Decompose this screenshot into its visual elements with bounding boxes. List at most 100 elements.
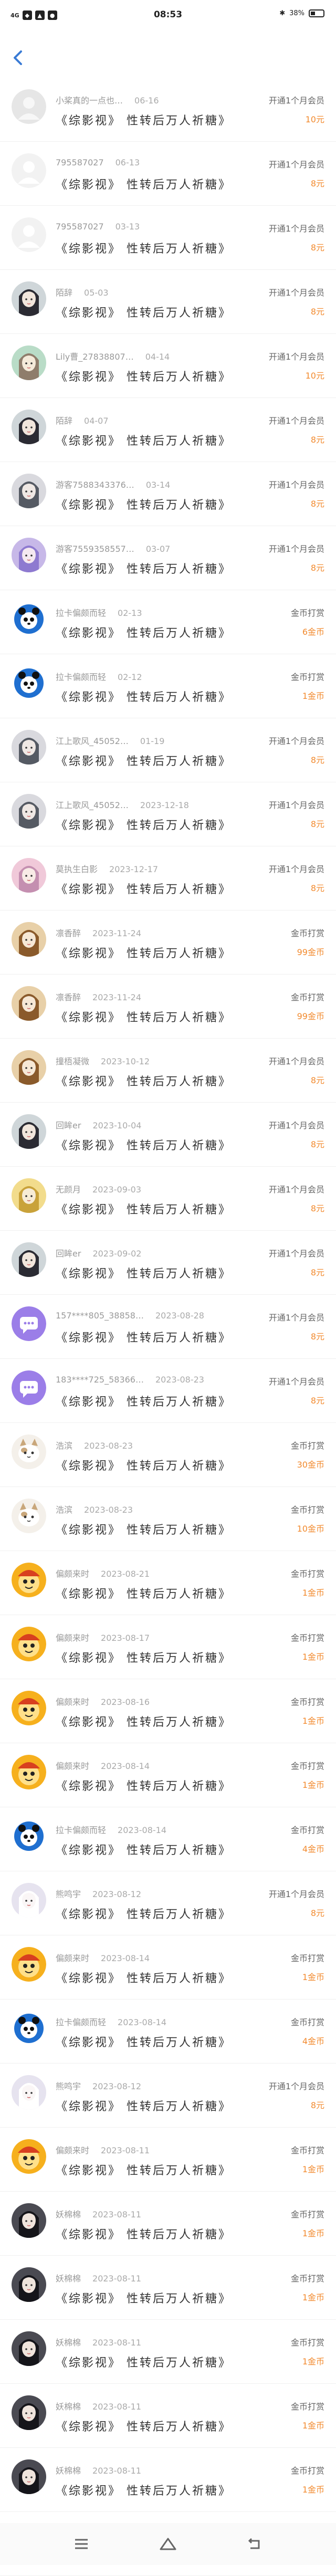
avatar[interactable] bbox=[12, 474, 46, 508]
avatar[interactable] bbox=[12, 2395, 46, 2430]
avatar[interactable] bbox=[12, 1883, 46, 1918]
record-type: 开通1个月会员 bbox=[268, 224, 324, 234]
username: 浩滨 bbox=[56, 1505, 73, 1515]
avatar[interactable] bbox=[12, 1306, 46, 1341]
list-item[interactable]: 妖棉棉 2023-08-11 《综影视》 性转后万人祈糖》 金币打赏 1金币 bbox=[0, 2320, 336, 2384]
list-item[interactable]: 偏颇来时 2023-08-14 《综影视》 性转后万人祈糖》 金币打赏 1金币 bbox=[0, 1743, 336, 1807]
avatar[interactable] bbox=[12, 922, 46, 957]
user-line: 陌辞 05-03 bbox=[56, 286, 109, 298]
avatar[interactable] bbox=[12, 1050, 46, 1085]
list-item[interactable]: 偏颇来时 2023-08-16 《综影视》 性转后万人祈糖》 金币打赏 1金币 bbox=[0, 1679, 336, 1743]
avatar[interactable] bbox=[12, 410, 46, 444]
record-amount: 4金币 bbox=[302, 2036, 324, 2046]
list-item[interactable]: 拉卡偏颇而轻 02-13 《综影视》 性转后万人祈糖》 金币打赏 6金币 bbox=[0, 590, 336, 654]
avatar[interactable] bbox=[12, 1755, 46, 1789]
list-item[interactable]: Lily曹_27838807… 04-14 《综影视》 性转后万人祈糖》 开通1个月会… bbox=[0, 334, 336, 398]
avatar[interactable] bbox=[12, 2139, 46, 2174]
list-item[interactable]: 浩滨 2023-08-23 《综影视》 性转后万人祈糖》 金币打赏 30金币 bbox=[0, 1423, 336, 1487]
list-item[interactable]: 撞梧凝微 2023-10-12 《综影视》 性转后万人祈糖》 开通1个月会员 8元 bbox=[0, 1039, 336, 1103]
avatar[interactable] bbox=[12, 1563, 46, 1597]
back-icon[interactable] bbox=[10, 47, 26, 68]
avatar[interactable] bbox=[12, 794, 46, 829]
book-title: 《综影视》 性转后万人祈糖》 bbox=[56, 499, 232, 512]
avatar[interactable] bbox=[12, 153, 46, 188]
list-item[interactable]: 拉卡偏颇而轻 2023-08-14 《综影视》 性转后万人祈糖》 金币打赏 4金币 bbox=[0, 1807, 336, 1871]
avatar[interactable] bbox=[12, 1178, 46, 1213]
avatar[interactable] bbox=[12, 986, 46, 1021]
username: 江上歌风_45052… bbox=[56, 736, 129, 746]
avatar[interactable] bbox=[12, 89, 46, 124]
list-item[interactable]: 凛香醉 2023-11-24 《综影视》 性转后万人祈糖》 金币打赏 99金币 bbox=[0, 910, 336, 975]
avatar[interactable] bbox=[12, 1114, 46, 1149]
avatar[interactable] bbox=[12, 2331, 46, 2366]
list-item[interactable]: 偏颇来时 2023-08-21 《综影视》 性转后万人祈糖》 金币打赏 1金币 bbox=[0, 1551, 336, 1615]
avatar[interactable] bbox=[12, 1691, 46, 1725]
avatar[interactable] bbox=[12, 281, 46, 316]
avatar[interactable] bbox=[12, 1819, 46, 1854]
list-item[interactable]: 回眸er 2023-09-02 《综影视》 性转后万人祈糖》 开通1个月会员 8元 bbox=[0, 1231, 336, 1295]
avatar[interactable] bbox=[12, 538, 46, 572]
avatar[interactable] bbox=[12, 730, 46, 765]
user-line: 撞梧凝微 2023-10-12 bbox=[56, 1054, 150, 1067]
list-item[interactable]: 熊鸣宇 2023-08-12 《综影视》 性转后万人祈糖》 开通1个月会员 8元 bbox=[0, 2064, 336, 2128]
avatar[interactable] bbox=[12, 1434, 46, 1469]
list-item[interactable]: 妖棉棉 2023-08-11 《综影视》 性转后万人祈糖》 金币打赏 1金币 bbox=[0, 2192, 336, 2256]
list-item[interactable]: 妖棉棉 2023-08-11 《综影视》 性转后万人祈糖》 金币打赏 1金币 bbox=[0, 2384, 336, 2448]
list-item[interactable]: 游客7588343376… 03-14 《综影视》 性转后万人祈糖》 开通1个月会员 8… bbox=[0, 462, 336, 526]
avatar[interactable] bbox=[12, 602, 46, 636]
list-item[interactable]: 回眸er 2023-10-04 《综影视》 性转后万人祈糖》 开通1个月会员 8元 bbox=[0, 1103, 336, 1167]
avatar[interactable] bbox=[12, 858, 46, 893]
avatar[interactable] bbox=[12, 1242, 46, 1277]
list-item[interactable]: 拉卡偏颇而轻 2023-08-14 《综影视》 性转后万人祈糖》 金币打赏 4金币 bbox=[0, 1999, 336, 2064]
avatar[interactable] bbox=[12, 666, 46, 700]
avatar[interactable] bbox=[12, 1947, 46, 1982]
username: 拉卡偏颇而轻 bbox=[56, 608, 107, 618]
home-icon[interactable] bbox=[158, 2533, 178, 2554]
list-item[interactable]: 陌辞 04-07 《综影视》 性转后万人祈糖》 开通1个月会员 8元 bbox=[0, 398, 336, 462]
list-item[interactable]: 妖棉棉 2023-08-11 《综影视》 性转后万人祈糖》 金币打赏 1金币 bbox=[0, 2256, 336, 2320]
user-line: 偏颇来时 2023-08-14 bbox=[56, 1951, 150, 1964]
list-item[interactable]: 偏颇来时 2023-08-11 《综影视》 性转后万人祈糖》 金币打赏 1金币 bbox=[0, 2128, 336, 2192]
record-amount: 8元 bbox=[310, 243, 324, 253]
system-back-icon[interactable] bbox=[244, 2533, 265, 2554]
list-item[interactable]: 偏颇来时 2023-08-14 《综影视》 性转后万人祈糖》 金币打赏 1金币 bbox=[0, 1935, 336, 1999]
list-item[interactable]: 183****725_58366… 2023-08-23 《综影视》 性转后万人祈糖… bbox=[0, 1359, 336, 1423]
book-title: 《综影视》 性转后万人祈糖》 bbox=[56, 627, 232, 640]
record-date: 06-13 bbox=[115, 158, 140, 167]
avatar[interactable] bbox=[12, 2203, 46, 2238]
avatar[interactable] bbox=[12, 2011, 46, 2046]
avatar[interactable] bbox=[12, 1499, 46, 1533]
avatar[interactable] bbox=[12, 1370, 46, 1405]
list-item[interactable]: 无颜月 2023-09-03 《综影视》 性转后万人祈糖》 开通1个月会员 8元 bbox=[0, 1167, 336, 1231]
avatar[interactable] bbox=[12, 2075, 46, 2110]
record-amount: 8元 bbox=[310, 563, 324, 573]
book-title: 《综影视》 性转后万人祈糖》 bbox=[56, 243, 232, 256]
list-item[interactable]: 江上歌风_45052… 2023-12-18 《综影视》 性转后万人祈糖》 开通1个月… bbox=[0, 782, 336, 846]
list-item[interactable]: 浩滨 2023-08-23 《综影视》 性转后万人祈糖》 金币打赏 10金币 bbox=[0, 1487, 336, 1551]
list-item[interactable]: 157****805_38858… 2023-08-28 《综影视》 性转后万人祈糖… bbox=[0, 1295, 336, 1359]
avatar[interactable] bbox=[12, 217, 46, 252]
list-item[interactable]: 江上歌风_45052… 01-19 《综影视》 性转后万人祈糖》 开通1个月会员 8元 bbox=[0, 718, 336, 782]
list-item[interactable]: 小桨真的一点也… 06-16 《综影视》 性转后万人祈糖》 开通1个月会员 10元 bbox=[0, 78, 336, 142]
avatar[interactable] bbox=[12, 2267, 46, 2302]
record-date: 2023-08-11 bbox=[92, 2402, 141, 2412]
avatar[interactable] bbox=[12, 1627, 46, 1661]
avatar[interactable] bbox=[12, 345, 46, 380]
list-item[interactable]: 偏颇来时 2023-08-17 《综影视》 性转后万人祈糖》 金币打赏 1金币 bbox=[0, 1615, 336, 1679]
list-item[interactable]: 陌辞 05-03 《综影视》 性转后万人祈糖》 开通1个月会员 8元 bbox=[0, 270, 336, 334]
book-title: 《综影视》 性转后万人祈糖》 bbox=[56, 2164, 232, 2177]
menu-icon[interactable] bbox=[71, 2533, 92, 2554]
list-item[interactable]: 游客7559358557… 03-07 《综影视》 性转后万人祈糖》 开通1个月会员 8… bbox=[0, 526, 336, 590]
list-item[interactable]: 795587027 06-13 《综影视》 性转后万人祈糖》 开通1个月会员 8元 bbox=[0, 142, 336, 206]
list-item[interactable]: 妖棉棉 2023-08-11 《综影视》 性转后万人祈糖》 金币打赏 1金币 bbox=[0, 2448, 336, 2512]
list-item[interactable]: 凛香醉 2023-11-24 《综影视》 性转后万人祈糖》 金币打赏 99金币 bbox=[0, 975, 336, 1039]
record-amount: 8元 bbox=[310, 755, 324, 765]
list-item[interactable]: 熊鸣宇 2023-08-12 《综影视》 性转后万人祈糖》 开通1个月会员 8元 bbox=[0, 1871, 336, 1935]
status-bar: 4G ◆ ▲ ● 08:53 ✱ 38% bbox=[0, 0, 336, 30]
list-item[interactable]: 795587027 03-13 《综影视》 性转后万人祈糖》 开通1个月会员 8元 bbox=[0, 206, 336, 270]
user-line: 游客7588343376… 03-14 bbox=[56, 478, 170, 490]
list-item[interactable]: 莫执生白影 2023-12-17 《综影视》 性转后万人祈糖》 开通1个月会员 8元 bbox=[0, 846, 336, 910]
record-date: 02-12 bbox=[118, 672, 142, 682]
avatar[interactable] bbox=[12, 2459, 46, 2494]
list-item[interactable]: 拉卡偏颇而轻 02-12 《综影视》 性转后万人祈糖》 金币打赏 1金币 bbox=[0, 654, 336, 718]
